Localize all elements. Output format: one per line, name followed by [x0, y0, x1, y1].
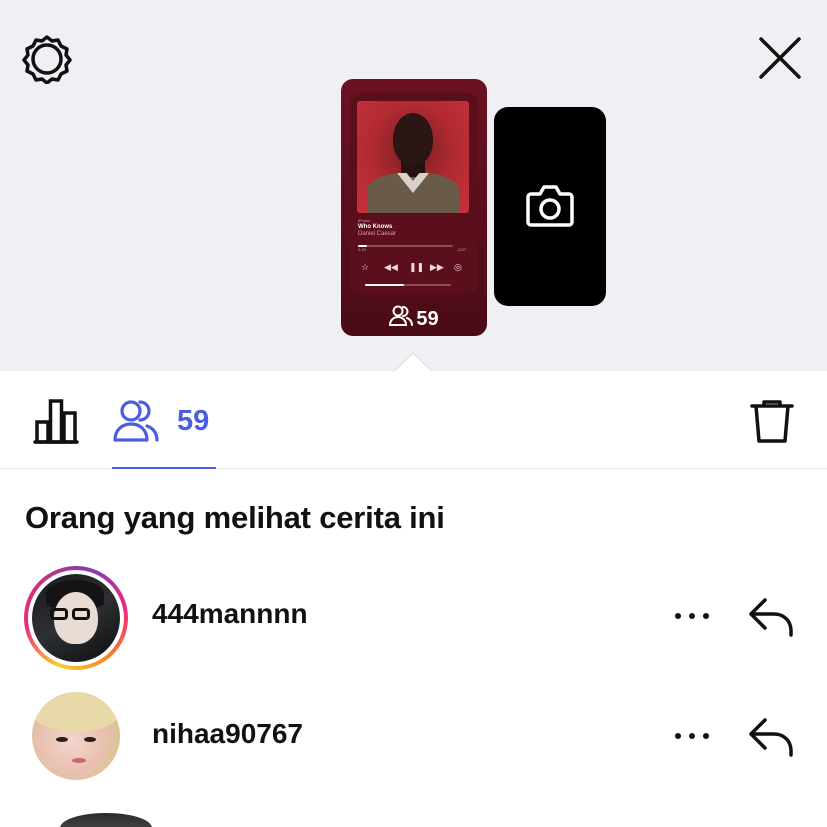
list-item: nihaa90767 [0, 680, 827, 792]
story-viewer-count-text: 59 [416, 308, 439, 330]
viewers-icon [113, 400, 159, 442]
star-icon: ☆ [361, 262, 370, 272]
avatar[interactable] [32, 574, 120, 662]
viewer-username[interactable]: 444mannnn [152, 598, 308, 630]
tab-viewers[interactable]: 59 [112, 395, 216, 469]
avatar[interactable] [60, 813, 152, 827]
fast-forward-icon: ▶▶ [430, 262, 444, 272]
insights-tab-bar: 59 [0, 371, 827, 469]
rewind-icon: ◀◀ [384, 262, 398, 272]
trash-icon[interactable] [749, 398, 795, 444]
story-thumbnail[interactable]: iPhone Who Knows Daniel Caesar 0:19 -3:2… [341, 79, 487, 336]
album-art [357, 101, 469, 213]
viewers-icon [389, 305, 414, 326]
selection-pointer [394, 352, 432, 372]
song-artist: Daniel Caesar [358, 231, 397, 237]
list-item: 444mannnn [0, 560, 827, 672]
more-options-icon[interactable] [673, 602, 711, 630]
add-story-card[interactable] [494, 107, 606, 306]
viewers-section-title: Orang yang melihat cerita ini [25, 500, 445, 535]
viewers-tab-count: 59 [177, 405, 210, 437]
airplay-icon: ◎ [454, 262, 462, 272]
remaining-time: -3:27 [457, 247, 467, 252]
story-preview-area: iPhone Who Knows Daniel Caesar 0:19 -3:2… [0, 0, 827, 372]
gear-icon[interactable] [22, 34, 72, 84]
playback-progress-bar [358, 245, 453, 247]
story-ring [24, 566, 128, 670]
camera-icon [526, 185, 574, 227]
story-viewers-screen: iPhone Who Knows Daniel Caesar 0:19 -3:2… [0, 0, 827, 827]
avatar[interactable] [32, 692, 120, 780]
active-tab-indicator [112, 467, 216, 469]
volume-bar [365, 284, 451, 286]
song-title: Who Knows [358, 224, 393, 230]
volume-fill [365, 284, 404, 286]
close-icon[interactable] [756, 34, 804, 82]
reply-icon[interactable] [748, 716, 796, 758]
story-viewer-count: 59 [341, 305, 487, 331]
viewer-username[interactable]: nihaa90767 [152, 718, 303, 750]
elapsed-time: 0:19 [358, 247, 366, 252]
bar-chart-icon[interactable] [32, 398, 80, 444]
reply-icon[interactable] [748, 596, 796, 638]
more-options-icon[interactable] [673, 722, 711, 750]
pause-icon: ❚❚ [409, 262, 425, 272]
player-source: iPhone [358, 218, 371, 223]
